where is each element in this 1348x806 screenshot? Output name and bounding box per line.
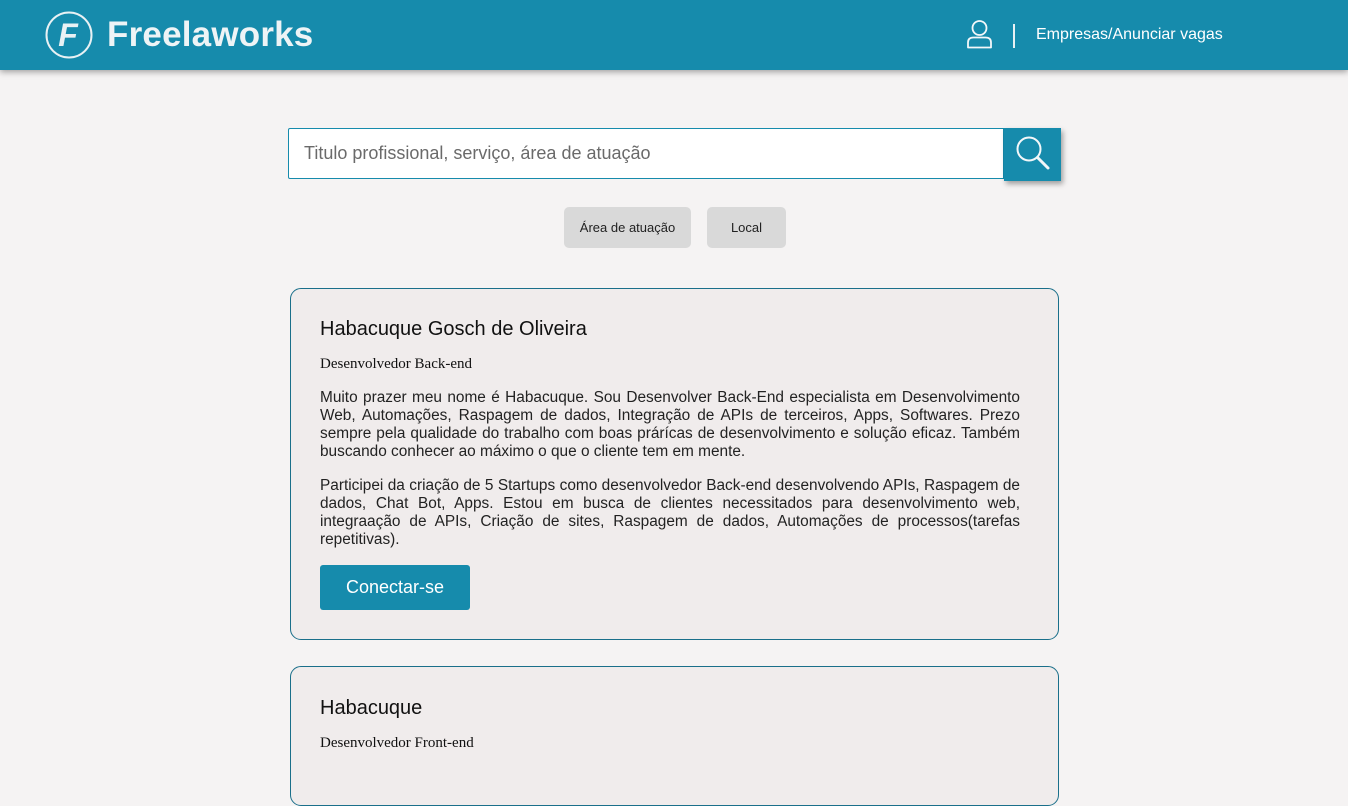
search-icon [1016,136,1050,170]
user-icon[interactable] [966,19,993,49]
logo-letter: F [58,17,79,53]
profile-experience: Participei da criação de 5 Startups como… [320,477,1020,548]
profile-name: Habacuque [320,697,423,719]
profile-role: Desenvolvedor Back-end [320,356,473,372]
filter-area-button[interactable]: Área de atuação [564,207,691,248]
profile-card: Habacuque Gosch de Oliveira Desenvolvedo… [290,288,1059,640]
nav-divider [1013,24,1015,48]
filter-location-button[interactable]: Local [707,207,786,248]
companies-post-jobs-link[interactable]: Empresas/Anunciar vagas [1036,25,1223,45]
profile-description: Muito prazer meu nome é Habacuque. Sou D… [320,389,1020,460]
logo-circle-f-icon[interactable]: F [45,11,93,59]
connect-button[interactable]: Conectar-se [320,565,470,610]
search-button[interactable] [1004,128,1061,181]
top-navbar: F Freelaworks Empresas/Anunciar vagas [0,0,1348,70]
profile-card: Habacuque Desenvolvedor Front-end [290,666,1059,806]
search-input[interactable] [289,129,1003,178]
profile-name: Habacuque Gosch de Oliveira [320,318,587,340]
brand-name[interactable]: Freelaworks [107,13,313,57]
profile-role: Desenvolvedor Front-end [320,735,474,751]
search-bar [288,128,1004,179]
